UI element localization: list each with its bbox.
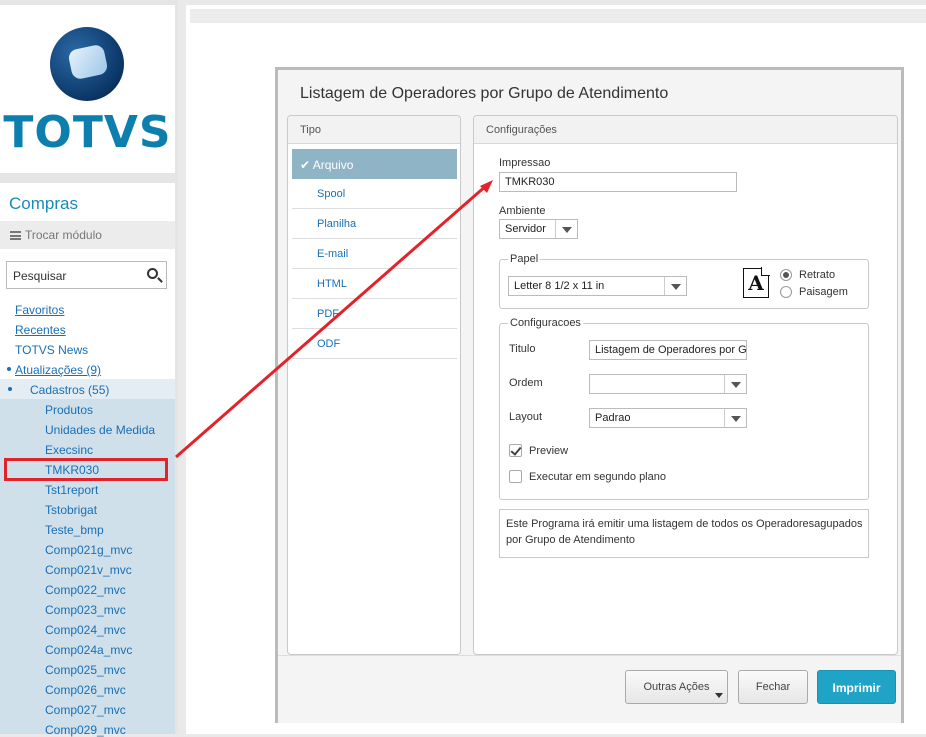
tipo-label: Arquivo bbox=[312, 158, 354, 172]
menu-icon bbox=[10, 231, 21, 240]
description-box: Este Programa irá emitir uma listagem de… bbox=[499, 509, 869, 558]
impressao-label: Impressao bbox=[499, 157, 551, 169]
titulo-input[interactable]: Listagem de Operadores por G bbox=[589, 340, 747, 360]
description-line: Este Programa irá emitir uma listagem de… bbox=[506, 518, 863, 530]
search-icon[interactable] bbox=[147, 268, 158, 279]
more-actions-button[interactable]: Outras Ações bbox=[625, 670, 728, 704]
layout-value: Padrao bbox=[595, 412, 631, 424]
link-totvs-news[interactable]: TOTVS News bbox=[15, 343, 88, 357]
dialog-footer: Outras Ações Fechar Imprimir bbox=[278, 655, 901, 723]
search-placeholder: Pesquisar bbox=[13, 269, 67, 283]
ambiente-label: Ambiente bbox=[499, 205, 546, 217]
configuracoes-label: Configuracoes bbox=[508, 317, 583, 329]
switch-module-button[interactable]: Trocar módulo bbox=[0, 221, 175, 249]
switch-module-label: Trocar módulo bbox=[25, 228, 102, 242]
search-input[interactable]: Pesquisar bbox=[6, 261, 167, 289]
submenu-item[interactable]: Comp024a_mvc bbox=[45, 643, 132, 657]
papel-group: Papel Letter 8 1/2 x 11 in A Retrato Pai… bbox=[499, 253, 869, 309]
link-cadastros[interactable]: Cadastros (55) bbox=[30, 383, 109, 397]
dialog-title: Listagem de Operadores por Grupo de Aten… bbox=[300, 85, 669, 102]
submenu-item[interactable]: Execsinc bbox=[45, 443, 93, 457]
logo-text: TOTVS bbox=[3, 107, 172, 158]
totvs-globe-icon bbox=[50, 27, 124, 101]
tipo-item-planilha[interactable]: Planilha bbox=[292, 209, 457, 239]
papel-label: Papel bbox=[508, 253, 541, 265]
link-atualizacoes[interactable]: Atualizações (9) bbox=[15, 363, 101, 377]
submenu-item[interactable]: Tst1report bbox=[45, 483, 98, 497]
paper-orientation-icon: A bbox=[743, 267, 770, 298]
background-label: Executar em segundo plano bbox=[529, 471, 666, 483]
submenu-item[interactable]: Tstobrigat bbox=[45, 503, 97, 517]
layout-label: Layout bbox=[509, 411, 543, 423]
config-panel: Configurações Impressao TMKR030 Ambiente… bbox=[473, 115, 898, 655]
highlight-box bbox=[4, 458, 168, 481]
papel-value: Letter 8 1/2 x 11 in bbox=[514, 280, 605, 292]
link-favoritos[interactable]: Favoritos bbox=[15, 303, 64, 317]
bullet-icon bbox=[7, 367, 11, 371]
tipo-item-arquivo[interactable]: ✔ Arquivo bbox=[292, 149, 457, 179]
bullet-icon bbox=[8, 387, 12, 391]
preview-checkbox[interactable] bbox=[509, 444, 522, 457]
left-panel: TOTVS Compras Trocar módulo Pesquisar Fa… bbox=[0, 0, 178, 737]
submenu-item[interactable]: Teste_bmp bbox=[45, 523, 104, 537]
ordem-select[interactable] bbox=[589, 374, 747, 394]
impressao-input[interactable]: TMKR030 bbox=[499, 172, 737, 192]
chevron-down-icon bbox=[724, 409, 746, 427]
layout-select[interactable]: Padrao bbox=[589, 408, 747, 428]
submenu-item[interactable]: Comp024_mvc bbox=[45, 623, 126, 637]
print-button[interactable]: Imprimir bbox=[817, 670, 896, 704]
tipo-header: Tipo bbox=[288, 116, 460, 144]
chevron-down-icon bbox=[555, 220, 577, 238]
submenu-item[interactable]: Comp026_mvc bbox=[45, 683, 126, 697]
submenu-item[interactable]: Unidades de Medida bbox=[45, 423, 155, 437]
submenu-item[interactable]: Comp022_mvc bbox=[45, 583, 126, 597]
titulo-label: Titulo bbox=[509, 343, 536, 355]
report-dialog: Listagem de Operadores por Grupo de Aten… bbox=[275, 67, 904, 723]
radio-paisagem[interactable] bbox=[780, 286, 792, 298]
submenu-item[interactable]: Comp021g_mvc bbox=[45, 543, 132, 557]
retrato-label: Retrato bbox=[799, 269, 836, 281]
paisagem-label: Paisagem bbox=[799, 286, 848, 298]
description-line: por Grupo de Atendimento bbox=[506, 534, 636, 546]
configuracoes-group: Configuracoes Titulo Listagem de Operado… bbox=[499, 317, 869, 500]
background-checkbox[interactable] bbox=[509, 470, 522, 483]
submenu-item[interactable]: Comp027_mvc bbox=[45, 703, 126, 717]
tipo-item-pdf[interactable]: PDF bbox=[292, 299, 457, 329]
check-icon: ✔ bbox=[300, 158, 311, 172]
logo-area: TOTVS bbox=[0, 5, 175, 173]
submenu-item[interactable]: Comp023_mvc bbox=[45, 603, 126, 617]
close-button[interactable]: Fechar bbox=[738, 670, 808, 704]
more-actions-label: Outras Ações bbox=[643, 681, 710, 693]
submenu-item[interactable]: Produtos bbox=[45, 403, 93, 417]
module-title: Compras bbox=[9, 194, 78, 213]
preview-label: Preview bbox=[529, 445, 569, 457]
submenu-item[interactable]: Comp029_mvc bbox=[45, 723, 126, 737]
link-recentes[interactable]: Recentes bbox=[15, 323, 66, 337]
ambiente-value: Servidor bbox=[505, 223, 546, 235]
tipo-item-email[interactable]: E-mail bbox=[292, 239, 457, 269]
radio-retrato[interactable] bbox=[780, 269, 792, 281]
config-header: Configurações bbox=[474, 116, 897, 144]
tipo-panel: Tipo ✔ Arquivo Spool Planilha E-mail HTM… bbox=[287, 115, 461, 655]
top-strip bbox=[190, 9, 926, 23]
caret-down-icon bbox=[715, 693, 723, 698]
papel-select[interactable]: Letter 8 1/2 x 11 in bbox=[508, 276, 687, 296]
submenu-item[interactable]: Comp025_mvc bbox=[45, 663, 126, 677]
tipo-item-html[interactable]: HTML bbox=[292, 269, 457, 299]
submenu-item[interactable]: Comp021v_mvc bbox=[45, 563, 132, 577]
ambiente-select[interactable]: Servidor bbox=[499, 219, 578, 239]
chevron-down-icon bbox=[664, 277, 686, 295]
tipo-item-spool[interactable]: Spool bbox=[292, 179, 457, 209]
chevron-down-icon bbox=[724, 375, 746, 393]
tipo-item-odf[interactable]: ODF bbox=[292, 329, 457, 359]
ordem-label: Ordem bbox=[509, 377, 543, 389]
